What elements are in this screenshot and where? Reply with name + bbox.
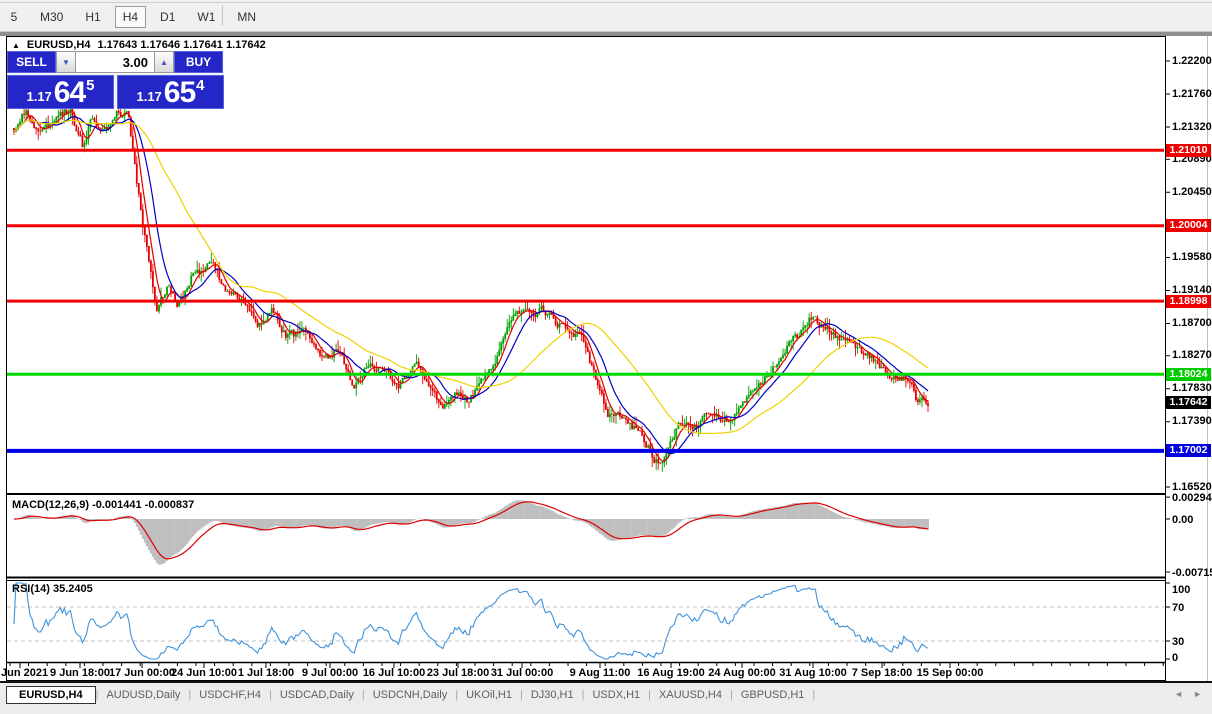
buy-price-panel[interactable]: 1.17654 <box>117 75 224 109</box>
volume-decrease-button[interactable]: ▼ <box>56 51 76 73</box>
sell-price-prefix: 1.17 <box>26 87 51 107</box>
chart-tab-usdcnh[interactable]: USDCNH,Daily <box>365 687 456 703</box>
macd-indicator-label: MACD(12,26,9) -0.001441 -0.000837 <box>12 499 194 511</box>
one-click-trading-panel: SELL ▼ ▲ BUY 1.17645 1.17654 <box>7 51 224 109</box>
one-click-collapse-icon[interactable]: ▲ <box>12 41 20 50</box>
sell-button[interactable]: SELL <box>7 51 56 73</box>
chart-tab-usdx[interactable]: USDX,H1 <box>584 687 648 703</box>
buy-price-prefix: 1.17 <box>136 87 161 107</box>
chart-tab-eurusd[interactable]: EURUSD,H4 <box>6 686 96 704</box>
chart-tab-dj30[interactable]: DJ30,H1 <box>523 687 582 703</box>
tab-divider: | <box>812 689 815 701</box>
sell-price-main: 64 <box>54 78 85 107</box>
tab-scroll-right-button[interactable]: ► <box>1193 689 1202 699</box>
chart-title-symbol: EURUSD,H4 <box>27 39 91 51</box>
chart-title: ▲ EURUSD,H4 1.17643 1.17646 1.17641 1.17… <box>12 39 266 51</box>
sell-price-pipette: 5 <box>86 78 94 93</box>
chart-tab-audusd[interactable]: AUDUSD,Daily <box>98 687 188 703</box>
chart-tab-gbpusd[interactable]: GBPUSD,H1 <box>733 687 813 703</box>
volume-input[interactable] <box>76 51 154 73</box>
chart-tab-bar: EURUSD,H4|AUDUSD,Daily|USDCHF,H4|USDCAD,… <box>0 681 1212 714</box>
chart-title-quotes: 1.17643 1.17646 1.17641 1.17642 <box>98 39 266 51</box>
mt4-window: 5M30H1H4D1W1MN 1.222001.217601.213201.20… <box>0 0 1212 714</box>
chart-tabs: EURUSD,H4|AUDUSD,Daily|USDCHF,H4|USDCAD,… <box>6 685 815 704</box>
chart-tab-usdcad[interactable]: USDCAD,Daily <box>272 687 362 703</box>
rsi-indicator-label: RSI(14) 35.2405 <box>12 583 93 595</box>
chart-tab-usdchf[interactable]: USDCHF,H4 <box>191 687 269 703</box>
volume-increase-button[interactable]: ▲ <box>154 51 174 73</box>
chart-tab-ukoil[interactable]: UKOil,H1 <box>458 687 520 703</box>
buy-button[interactable]: BUY <box>174 51 223 73</box>
sell-price-panel[interactable]: 1.17645 <box>7 75 114 109</box>
buy-price-pipette: 4 <box>196 78 204 93</box>
tab-scroll-left-button[interactable]: ◄ <box>1174 689 1183 699</box>
chart-background <box>0 36 1212 681</box>
chart-tab-xauusd[interactable]: XAUUSD,H4 <box>651 687 730 703</box>
buy-price-main: 65 <box>164 78 195 107</box>
